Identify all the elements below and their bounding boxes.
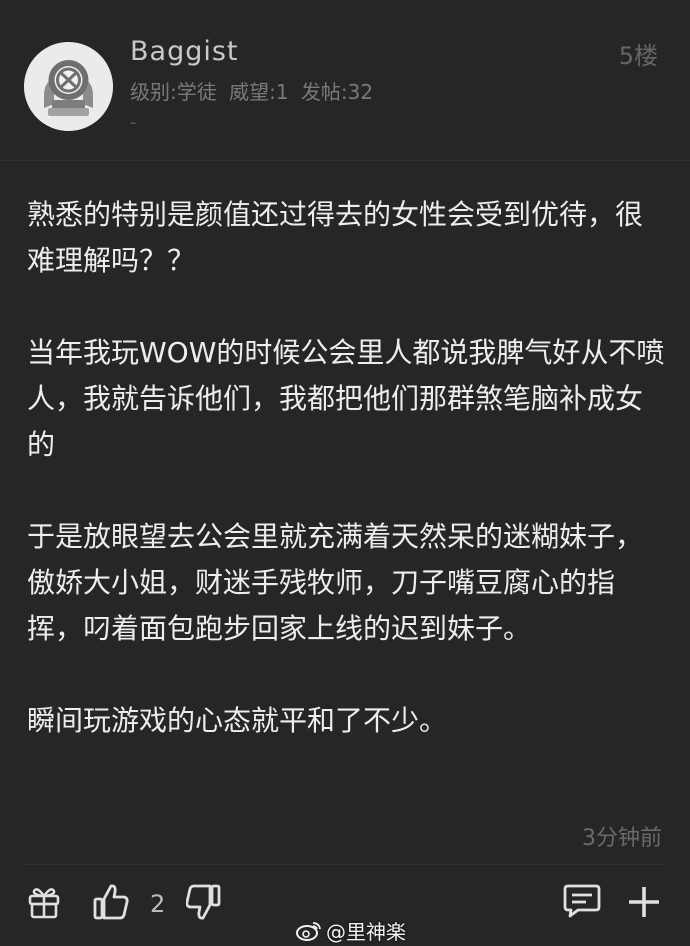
watermark-text: @里神楽 (326, 920, 406, 944)
post-paragraph: 当年我玩WOW的时候公会里人都说我脾气好从不喷人，我就告诉他们，我都把他们那群煞… (27, 336, 665, 461)
like-button[interactable] (92, 882, 130, 922)
gift-button[interactable] (27, 884, 61, 920)
plus-icon (629, 887, 659, 917)
weibo-logo-icon (296, 921, 321, 941)
avatar[interactable] (24, 42, 113, 131)
diving-helmet-icon (24, 42, 113, 131)
gift-icon (28, 888, 60, 919)
thumbs-down-icon (186, 884, 221, 920)
post-paragraph: 于是放眼望去公会里就充满着天然呆的迷糊妹子，傲娇大小姐，财迷手残牧师，刀子嘴豆腐… (27, 520, 644, 645)
user-level: 级别:学徒 (130, 80, 217, 104)
user-meta: 级别:学徒 威望:1 发帖:32 (130, 76, 373, 105)
post-body: 熟悉的特别是颜值还过得去的女性会受到优待，很难理解吗？？ 当年我玩WOW的时候公… (27, 192, 667, 744)
user-prestige: 威望:1 (229, 80, 289, 104)
floor-number: 5楼 (618, 42, 658, 70)
add-button[interactable] (624, 882, 664, 922)
dislike-button[interactable] (186, 882, 222, 922)
comment-button[interactable] (562, 882, 602, 920)
watermark: @里神楽 (296, 916, 406, 945)
divider (0, 160, 690, 161)
user-post-count: 发帖:32 (300, 80, 374, 104)
username[interactable]: Baggist (130, 36, 239, 67)
like-count: 2 (150, 890, 166, 918)
user-signature: - (130, 112, 137, 133)
post-timestamp: 3分钟前 (582, 826, 662, 851)
divider (24, 864, 666, 865)
thumbs-up-icon (93, 884, 129, 920)
post-header: Baggist 级别:学徒 威望:1 发帖:32 - 5楼 (0, 0, 690, 160)
post-paragraph: 熟悉的特别是颜值还过得去的女性会受到优待，很难理解吗？？ (27, 198, 644, 277)
comment-icon (563, 884, 601, 918)
post-paragraph: 瞬间玩游戏的心态就平和了不少。 (27, 704, 448, 737)
